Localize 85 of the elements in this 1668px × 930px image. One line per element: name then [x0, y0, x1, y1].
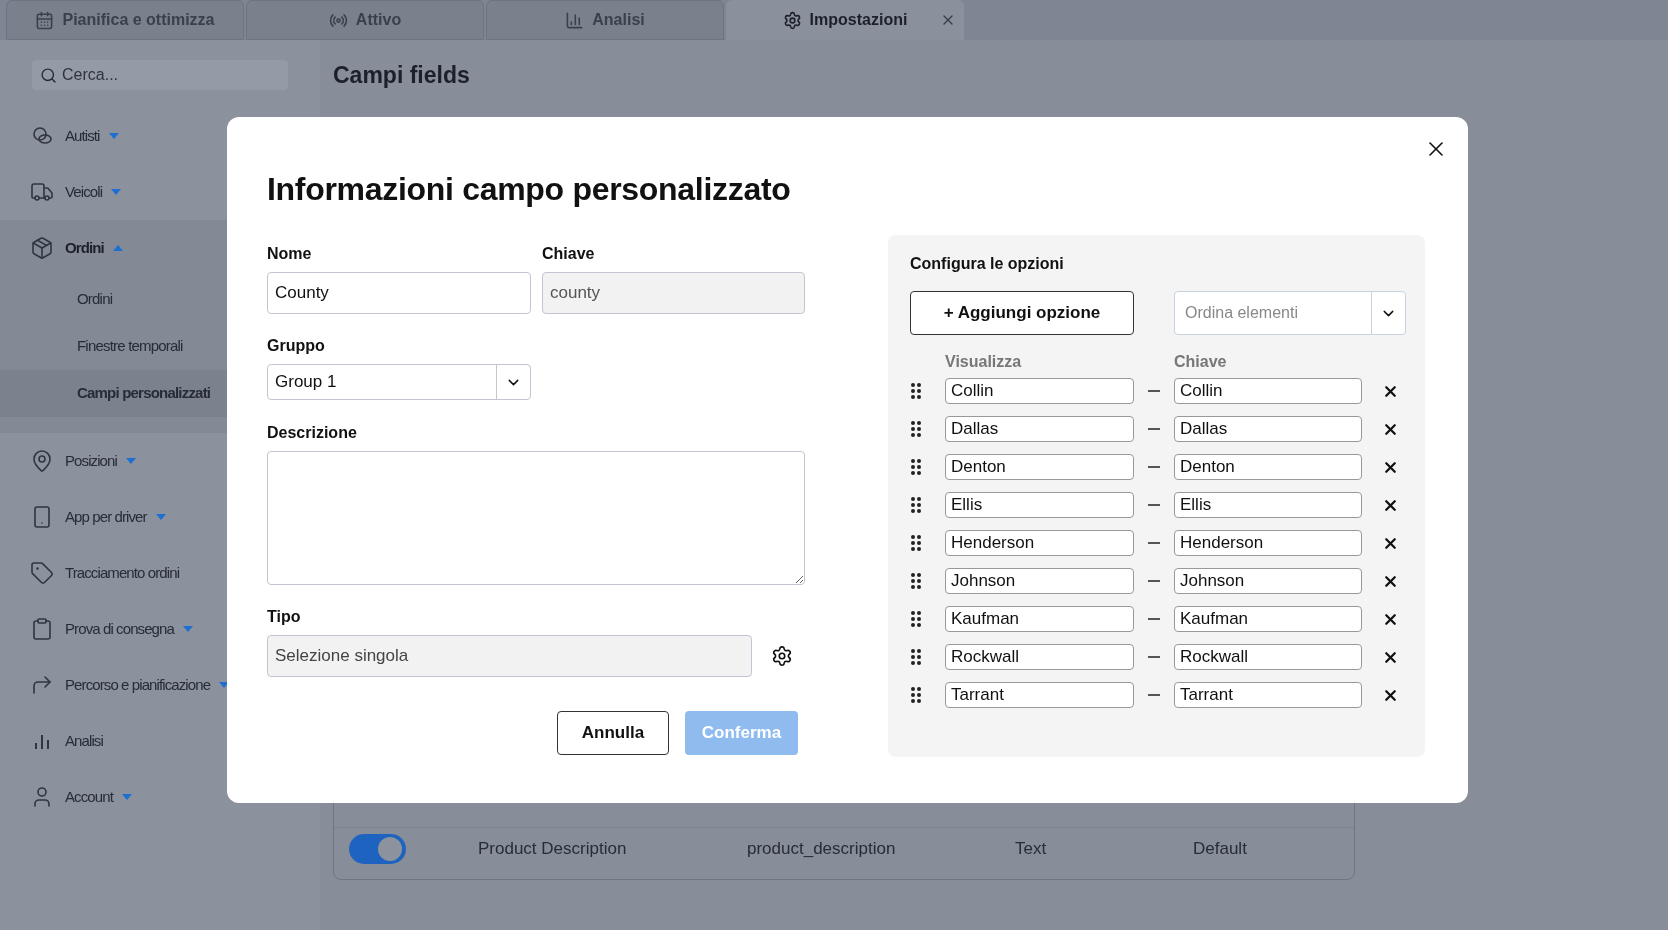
- drag-handle-icon[interactable]: [910, 572, 922, 590]
- key-field[interactable]: Dallas: [1174, 416, 1362, 442]
- display-field[interactable]: Ellis: [945, 492, 1134, 518]
- drag-handle-icon[interactable]: [910, 458, 922, 476]
- field-label: Tipo: [267, 607, 302, 627]
- table-cell-text: Default: [1193, 838, 1247, 861]
- panel-title: Configura le opzioni: [910, 254, 1065, 274]
- key-field[interactable]: Kaufman: [1174, 606, 1362, 632]
- column-header: Chiave: [1174, 352, 1227, 372]
- toggle-switch[interactable]: [349, 834, 406, 864]
- name-field[interactable]: County: [267, 272, 531, 314]
- caret-icon: [154, 513, 167, 521]
- dash-icon: [1148, 504, 1160, 506]
- dash-icon: [1148, 580, 1160, 582]
- display-field[interactable]: Henderson: [945, 530, 1134, 556]
- search-icon: [40, 67, 57, 84]
- key-field[interactable]: Ellis: [1174, 492, 1362, 518]
- sidebar-subitem[interactable]: Campi personalizzati: [0, 370, 227, 417]
- clipboard-icon: [30, 617, 54, 641]
- display-field[interactable]: Dallas: [945, 416, 1134, 442]
- dash-icon: [1148, 390, 1160, 392]
- table-cell-text: Text: [1015, 838, 1048, 861]
- settings-icon: [782, 10, 802, 30]
- sidebar-item[interactable]: Account: [0, 769, 320, 825]
- drag-handle-icon[interactable]: [910, 610, 922, 628]
- field-label: Descrizione: [267, 423, 358, 443]
- display-field[interactable]: Denton: [945, 454, 1134, 480]
- box-icon: [30, 236, 54, 260]
- key-field[interactable]: Collin: [1174, 378, 1362, 404]
- key-field[interactable]: Denton: [1174, 454, 1362, 480]
- key-field[interactable]: Johnson: [1174, 568, 1362, 594]
- description-field[interactable]: [267, 451, 805, 585]
- drag-handle-icon[interactable]: [910, 420, 922, 438]
- field-label: Chiave: [542, 244, 596, 264]
- caret-icon: [110, 188, 123, 196]
- drag-handle-icon[interactable]: [910, 686, 922, 704]
- display-field[interactable]: Johnson: [945, 568, 1134, 594]
- table-cell-text: product_description: [747, 838, 897, 861]
- add-option-button[interactable]: + Aggiungi opzione: [910, 291, 1134, 335]
- caret-icon: [120, 793, 133, 801]
- group-select[interactable]: Group 1: [267, 364, 531, 400]
- field-label: Gruppo: [267, 336, 326, 356]
- sidebar-subitem[interactable]: Finestre temporali: [0, 323, 227, 370]
- calendar-icon: [35, 10, 55, 30]
- bar-chart-icon: [565, 10, 585, 30]
- field-label: Nome: [267, 244, 313, 264]
- settings-icon[interactable]: [771, 645, 793, 667]
- caret-icon: [124, 457, 137, 465]
- key-field[interactable]: Tarrant: [1174, 682, 1362, 708]
- dash-icon: [1148, 542, 1160, 544]
- sidebar-subitem[interactable]: Ordini: [0, 276, 227, 323]
- tag-icon: [30, 561, 54, 585]
- page-title: Campi fields: [333, 61, 471, 90]
- dash-icon: [1148, 466, 1160, 468]
- sidebar-item[interactable]: Analisi: [0, 713, 320, 769]
- drag-handle-icon[interactable]: [910, 496, 922, 514]
- sidebar-item[interactable]: Autisti: [0, 108, 320, 164]
- display-field[interactable]: Tarrant: [945, 682, 1134, 708]
- caret-icon: [181, 625, 194, 633]
- dash-icon: [1148, 428, 1160, 430]
- caret-icon: [107, 132, 120, 140]
- drag-handle-icon[interactable]: [910, 382, 922, 400]
- key-field[interactable]: Henderson: [1174, 530, 1362, 556]
- search-field[interactable]: Cerca...: [32, 60, 288, 90]
- column-header: Visualizza: [945, 352, 1023, 372]
- sort-select[interactable]: Ordina elementi: [1174, 291, 1406, 335]
- truck-icon: [30, 180, 54, 204]
- arrow-icon: [30, 673, 54, 697]
- sidebar-item[interactable]: App per driver: [0, 489, 320, 545]
- cancel-button[interactable]: Annulla: [557, 711, 669, 755]
- display-field[interactable]: Kaufman: [945, 606, 1134, 632]
- dash-icon: [1148, 618, 1160, 620]
- dash-icon: [1148, 656, 1160, 658]
- map-pin-icon: [30, 449, 54, 473]
- caret-icon: [111, 244, 124, 252]
- dash-icon: [1148, 694, 1160, 696]
- dialog-title: Informazioni campo personalizzato: [267, 170, 792, 209]
- drag-handle-icon[interactable]: [910, 534, 922, 552]
- key-field[interactable]: Rockwall: [1174, 644, 1362, 670]
- display-field[interactable]: Rockwall: [945, 644, 1134, 670]
- table-cell-text: Product Description: [478, 838, 628, 861]
- display-field[interactable]: Collin: [945, 378, 1134, 404]
- sidebar-item[interactable]: Tracciamento ordini: [0, 545, 320, 601]
- drag-handle-icon[interactable]: [910, 648, 922, 666]
- tab[interactable]: Impostazioni: [726, 0, 964, 40]
